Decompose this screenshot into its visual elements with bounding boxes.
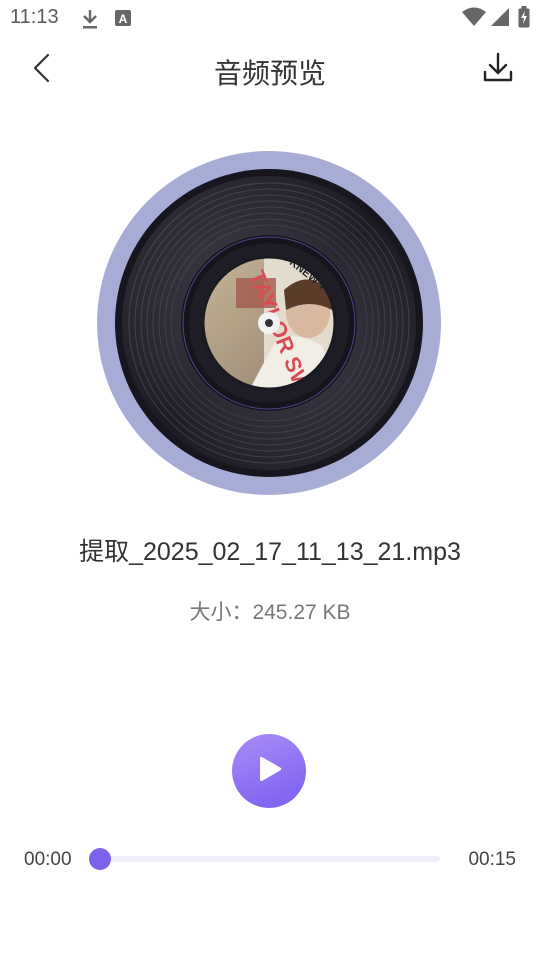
- play-icon: [252, 752, 286, 790]
- page-title: 音频预览: [213, 57, 326, 90]
- progress-slider[interactable]: [89, 848, 440, 870]
- file-size-value: 245.27 KB: [252, 601, 351, 624]
- download-tray-icon: [482, 52, 514, 88]
- play-button[interactable]: [232, 734, 306, 808]
- vinyl-disc-artwork: I KNEW YOU WERE TROUBLE TAYLOR SWIFT: [96, 150, 442, 496]
- top-app-bar: 音频预览: [0, 36, 540, 108]
- wifi-icon: [462, 7, 486, 31]
- app-letter-a-icon: A: [114, 9, 132, 31]
- download-button[interactable]: [478, 50, 518, 90]
- total-time: 00:15: [468, 849, 516, 870]
- cellular-signal-icon: [490, 7, 510, 31]
- battery-icon: [518, 6, 530, 32]
- progress-thumb[interactable]: [89, 848, 111, 870]
- file-size: 大小：245.27 KB: [0, 596, 540, 626]
- status-bar: 11:13 A: [0, 0, 540, 36]
- download-arrow-icon: [80, 8, 100, 34]
- audio-preview-screen: 11:13 A 音频预览 KNEW TAYLOR SWIFT 提取_2025_0…: [0, 0, 540, 960]
- file-name: 提取_2025_02_17_11_13_21.mp3: [79, 538, 461, 566]
- svg-text:A: A: [119, 12, 128, 26]
- status-time: 11:13: [10, 6, 59, 28]
- current-time: 00:00: [24, 849, 72, 870]
- file-size-label: 大小：: [189, 601, 253, 624]
